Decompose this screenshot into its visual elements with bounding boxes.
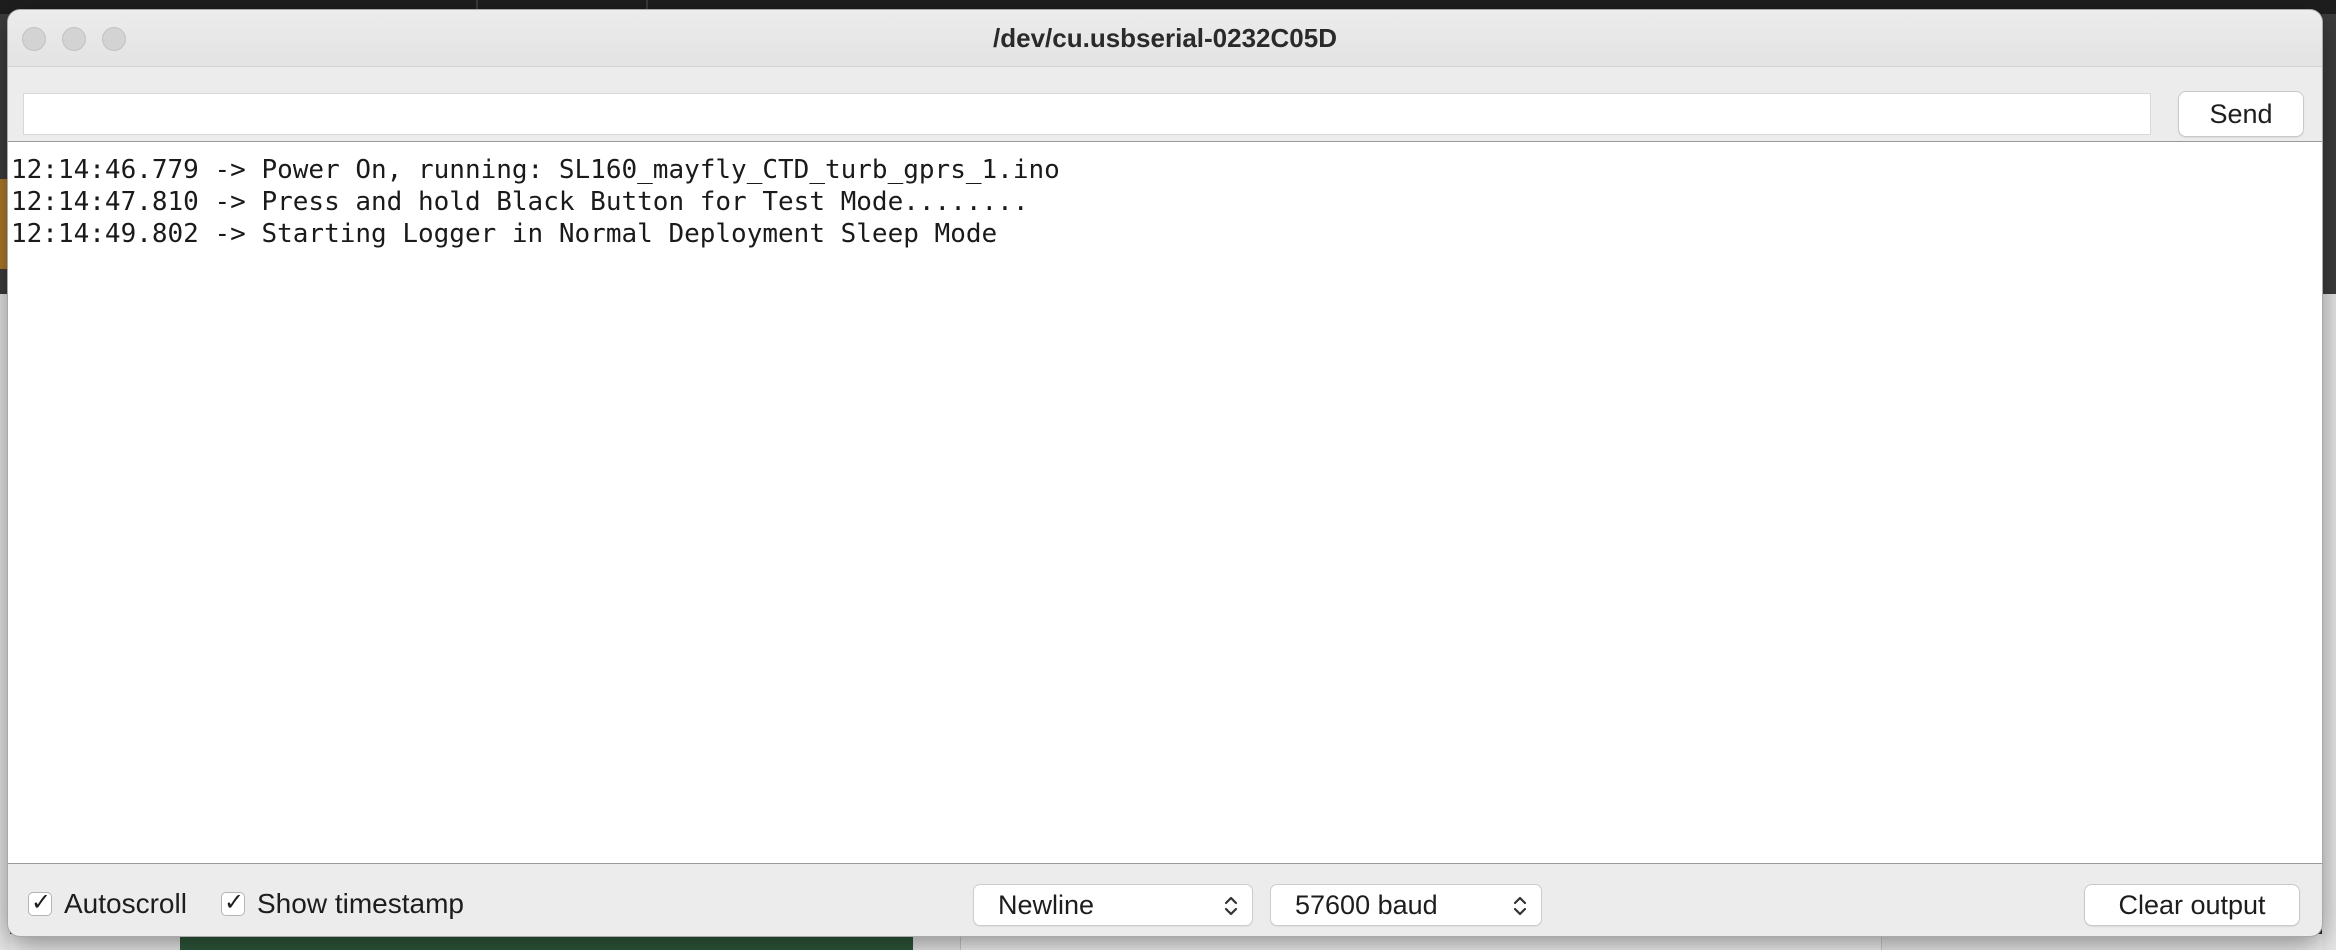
- background-panel: [960, 934, 1882, 950]
- show-timestamp-checkbox[interactable]: ✓: [221, 889, 245, 916]
- background-board-photo: [180, 934, 913, 950]
- send-button[interactable]: Send: [2178, 91, 2304, 137]
- clear-output-button[interactable]: Clear output: [2084, 884, 2300, 926]
- autoscroll-checkbox[interactable]: ✓: [28, 889, 52, 916]
- window-titlebar[interactable]: /dev/cu.usbserial-0232C05D: [8, 10, 2322, 67]
- output-line: 12:14:46.779 -> Power On, running: SL160…: [11, 155, 1060, 185]
- serial-input-field[interactable]: [23, 93, 2151, 135]
- output-line: 12:14:47.810 -> Press and hold Black But…: [11, 187, 1029, 217]
- autoscroll-label: Autoscroll: [64, 888, 187, 919]
- chevron-up-down-icon: [1513, 885, 1527, 925]
- baud-rate-select[interactable]: 57600 baud: [1270, 884, 1542, 926]
- baud-rate-value: 57600 baud: [1295, 890, 1438, 920]
- background-content-strip: [2322, 294, 2336, 950]
- output-line: 12:14:49.802 -> Starting Logger in Norma…: [11, 219, 998, 249]
- checkmark-icon: ✓: [224, 889, 245, 916]
- chevron-up-down-icon: [1224, 885, 1238, 925]
- send-bar: Send: [8, 67, 2322, 147]
- background-app-right-edge: [2322, 14, 2336, 950]
- window-title: /dev/cu.usbserial-0232C05D: [993, 23, 1337, 53]
- line-ending-select[interactable]: Newline: [973, 884, 1253, 926]
- line-ending-value: Newline: [998, 890, 1095, 920]
- background-app-bottom-edge: [10, 934, 2322, 950]
- serial-output-area[interactable]: 12:14:46.779 -> Power On, running: SL160…: [8, 141, 2322, 864]
- show-timestamp-toggle[interactable]: ✓ Show timestamp: [221, 888, 464, 919]
- show-timestamp-label: Show timestamp: [257, 888, 464, 919]
- bottom-toolbar: ✓ Autoscroll ✓ Show timestamp Newline 57…: [8, 864, 2322, 936]
- serial-monitor-window: /dev/cu.usbserial-0232C05D Send 12:14:46…: [8, 10, 2322, 936]
- checkmark-icon: ✓: [31, 889, 52, 916]
- autoscroll-toggle[interactable]: ✓ Autoscroll: [28, 888, 187, 919]
